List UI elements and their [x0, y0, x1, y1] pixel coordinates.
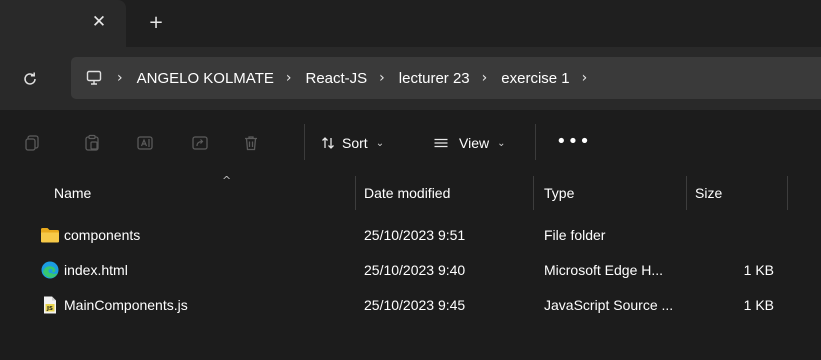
file-type: Microsoft Edge H...: [544, 262, 664, 278]
file-row[interactable]: index.html 25/10/2023 9:40 Microsoft Edg…: [0, 253, 821, 287]
active-tab[interactable]: ✕: [0, 0, 126, 47]
breadcrumb-separator[interactable]: ›: [482, 70, 488, 86]
sort-ascending-icon: ^: [222, 174, 232, 187]
command-bar: Sort ⌄ View ⌄ •••: [0, 110, 821, 176]
rename-icon[interactable]: [134, 132, 156, 154]
column-header-name[interactable]: Name: [54, 185, 91, 201]
view-label: View: [459, 135, 490, 151]
refresh-icon[interactable]: [18, 67, 42, 91]
column-divider[interactable]: [686, 176, 687, 210]
delete-icon[interactable]: [240, 132, 262, 154]
file-size: 1 KB: [743, 262, 774, 278]
breadcrumb-item-lecturer-23[interactable]: lecturer 23: [399, 70, 470, 87]
sort-button[interactable]: Sort ⌄: [320, 130, 384, 156]
file-row[interactable]: components 25/10/2023 9:51 File folder: [0, 218, 821, 252]
column-divider[interactable]: [355, 176, 356, 210]
folder-icon: [40, 225, 60, 245]
breadcrumb-separator[interactable]: ›: [117, 70, 123, 86]
file-date: 25/10/2023 9:51: [364, 227, 466, 243]
column-header-size[interactable]: Size: [695, 185, 722, 201]
chevron-down-icon: ⌄: [375, 137, 385, 149]
computer-icon[interactable]: [83, 67, 105, 89]
edge-icon: [40, 260, 60, 280]
column-divider[interactable]: [533, 176, 534, 210]
breadcrumb-item-react-js[interactable]: React-JS: [305, 70, 367, 87]
file-row[interactable]: JS MainComponents.js 25/10/2023 9:45 Jav…: [0, 288, 821, 322]
tab-strip: ✕ +: [0, 0, 821, 47]
breadcrumb-item-exercise-1[interactable]: exercise 1: [501, 70, 569, 87]
file-date: 25/10/2023 9:45: [364, 297, 466, 313]
file-name: index.html: [64, 262, 128, 278]
breadcrumb[interactable]: › ANGELO KOLMATE › React-JS › lecturer 2…: [71, 57, 821, 99]
view-button[interactable]: View ⌄: [433, 130, 505, 156]
new-icon[interactable]: [22, 132, 44, 154]
breadcrumb-separator[interactable]: ›: [379, 70, 385, 86]
sort-label: Sort: [342, 135, 368, 151]
breadcrumb-separator[interactable]: ›: [582, 70, 588, 86]
column-header-date-modified[interactable]: Date modified: [364, 185, 450, 201]
js-file-icon: JS: [40, 295, 60, 315]
svg-text:JS: JS: [46, 306, 53, 312]
file-date: 25/10/2023 9:40: [364, 262, 466, 278]
more-options-button[interactable]: •••: [556, 133, 591, 151]
file-type: JavaScript Source ...: [544, 297, 674, 313]
share-icon[interactable]: [189, 132, 211, 154]
chevron-down-icon: ⌄: [497, 137, 506, 149]
file-size: 1 KB: [743, 297, 774, 313]
file-type: File folder: [544, 227, 606, 243]
sort-icon: [320, 135, 336, 151]
column-header-type[interactable]: Type: [544, 185, 574, 201]
column-header-row: ^ Name Date modified Type Size: [0, 174, 821, 210]
breadcrumb-separator[interactable]: ›: [286, 70, 292, 86]
view-icon: [433, 135, 449, 151]
column-divider[interactable]: [787, 176, 788, 210]
toolbar-divider: [304, 124, 305, 160]
paste-icon[interactable]: [81, 132, 103, 154]
file-name: MainComponents.js: [64, 297, 188, 313]
file-name: components: [64, 227, 141, 243]
breadcrumb-item-angelo-kolmate[interactable]: ANGELO KOLMATE: [137, 70, 274, 87]
address-bar: › ANGELO KOLMATE › React-JS › lecturer 2…: [0, 47, 821, 110]
close-tab-icon[interactable]: ✕: [88, 11, 110, 33]
new-tab-button[interactable]: +: [145, 11, 167, 33]
toolbar-divider: [535, 124, 536, 160]
